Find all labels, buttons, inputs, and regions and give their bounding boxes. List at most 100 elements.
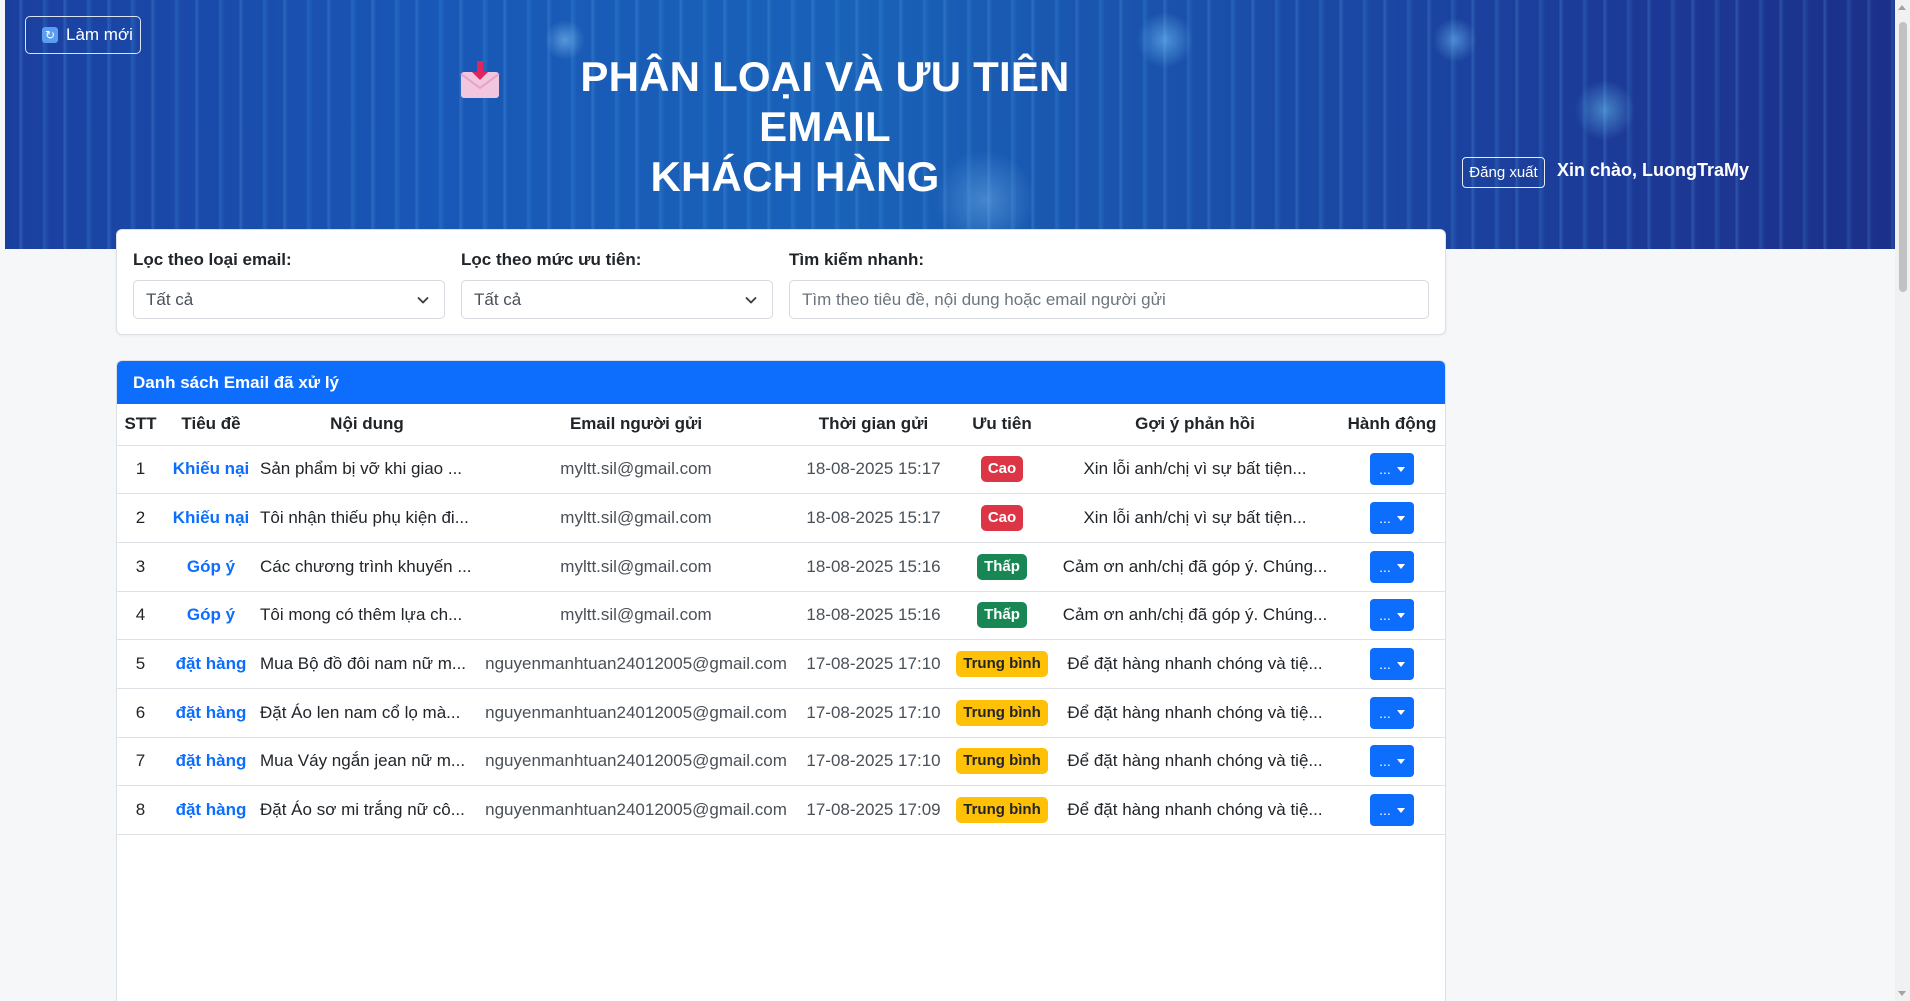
priority-badge: Trung bình xyxy=(956,651,1048,678)
email-type-link[interactable]: Khiếu nại xyxy=(164,445,258,495)
row-index: 7 xyxy=(117,737,164,787)
logout-button[interactable]: Đăng xuất xyxy=(1462,157,1545,188)
page-title: PHÂN LOẠI VÀ ƯU TIÊN EMAIL KHÁCH HÀNG xyxy=(455,52,1135,202)
priority-badge: Trung bình xyxy=(956,748,1048,775)
sent-time: 17-08-2025 17:09 xyxy=(796,785,951,835)
email-content: Sản phẩm bị vỡ khi giao ... xyxy=(258,445,476,495)
email-type-link[interactable]: Góp ý xyxy=(164,591,258,641)
email-type-link[interactable]: Góp ý xyxy=(164,542,258,592)
search-input[interactable]: Tìm theo tiêu đề, nội dung hoặc email ng… xyxy=(789,280,1429,319)
priority-badge: Trung bình xyxy=(956,797,1048,824)
action-dropdown-button[interactable]: ... xyxy=(1370,696,1414,729)
sent-time: 18-08-2025 15:17 xyxy=(796,493,951,543)
action-dropdown-button[interactable]: ... xyxy=(1370,794,1414,827)
sent-time: 17-08-2025 17:10 xyxy=(796,639,951,689)
caret-down-icon xyxy=(1396,515,1405,521)
caret-down-icon xyxy=(1396,661,1405,667)
action-cell: ... xyxy=(1337,445,1445,495)
email-content: Tôi nhận thiếu phụ kiện đi... xyxy=(258,493,476,543)
table-row[interactable]: 2 Khiếu nại Tôi nhận thiếu phụ kiện đi... m… xyxy=(117,493,1445,543)
column-header: STT xyxy=(117,404,164,446)
email-type-link[interactable]: đặt hàng xyxy=(164,639,258,689)
email-content: Các chương trình khuyến ... xyxy=(258,542,476,592)
column-header: Thời gian gửi xyxy=(796,404,951,446)
filter-panel: Lọc theo loại email: Tất cả Lọc theo mức… xyxy=(116,229,1446,335)
email-content: Mua Váy ngắn jean nữ m... xyxy=(258,737,476,787)
table-row[interactable]: 7 đặt hàng Mua Váy ngắn jean nữ m... nguyen… xyxy=(117,737,1445,787)
action-label: ... xyxy=(1379,802,1391,819)
action-label: ... xyxy=(1379,510,1391,527)
action-label: ... xyxy=(1379,461,1391,478)
sender-email: nguyenmanhtuan24012005@gmail.com xyxy=(476,688,796,738)
sender-email: myltt.sil@gmail.com xyxy=(476,445,796,495)
email-content: Đặt Áo sơ mi trắng nữ cô... xyxy=(258,785,476,835)
priority-badge: Thấp xyxy=(977,553,1027,580)
row-index: 4 xyxy=(117,591,164,641)
page-scrollbar[interactable] xyxy=(1895,0,1910,1001)
email-type-link[interactable]: Khiếu nại xyxy=(164,493,258,543)
sender-email: nguyenmanhtuan24012005@gmail.com xyxy=(476,639,796,689)
table-row[interactable]: 4 Góp ý Tôi mong có thêm lựa ch... myltt.si… xyxy=(117,591,1445,641)
scrollbar-thumb[interactable] xyxy=(1899,22,1907,292)
email-table-card: Danh sách Email đã xử lý STT Tiêu đề Nội d… xyxy=(116,360,1446,1001)
column-header: Ưu tiên xyxy=(951,404,1053,446)
action-dropdown-button[interactable]: ... xyxy=(1370,599,1414,632)
caret-down-icon xyxy=(1396,466,1405,472)
priority-cell: Cao xyxy=(951,445,1053,495)
action-dropdown-button[interactable]: ... xyxy=(1370,453,1414,486)
column-header: Hành động xyxy=(1337,404,1445,446)
priority-cell: Trung bình xyxy=(951,785,1053,835)
action-cell: ... xyxy=(1337,785,1445,835)
email-type-link[interactable]: đặt hàng xyxy=(164,688,258,738)
column-header: Nội dung xyxy=(258,404,476,446)
action-cell: ... xyxy=(1337,493,1445,543)
email-type-link[interactable]: đặt hàng xyxy=(164,785,258,835)
sent-time: 17-08-2025 17:10 xyxy=(796,688,951,738)
table-row[interactable]: 5 đặt hàng Mua Bộ đồ đôi nam nữ m... nguyen… xyxy=(117,639,1445,689)
row-index: 2 xyxy=(117,493,164,543)
type-filter-select[interactable]: Tất cả xyxy=(133,280,445,319)
priority-cell: Thấp xyxy=(951,591,1053,641)
priority-filter-value: Tất cả xyxy=(474,289,522,309)
suggested-reply: Để đặt hàng nhanh chóng và tiệ... xyxy=(1053,688,1337,738)
action-dropdown-button[interactable]: ... xyxy=(1370,648,1414,681)
action-dropdown-button[interactable]: ... xyxy=(1370,745,1414,778)
chevron-down-icon xyxy=(417,296,429,304)
page-header: ↻ Làm mới PHÂN LOẠI VÀ ƯU TIÊN EMAIL KHÁ… xyxy=(5,0,1895,249)
row-index: 8 xyxy=(117,785,164,835)
action-label: ... xyxy=(1379,607,1391,624)
sender-email: myltt.sil@gmail.com xyxy=(476,493,796,543)
email-content: Mua Bộ đồ đôi nam nữ m... xyxy=(258,639,476,689)
refresh-button[interactable]: ↻ Làm mới xyxy=(25,16,141,54)
caret-down-icon xyxy=(1396,710,1405,716)
table-row[interactable]: 3 Góp ý Các chương trình khuyến ... myltt.s… xyxy=(117,542,1445,592)
action-label: ... xyxy=(1379,704,1391,721)
user-greeting: Xin chào, LuongTraMy xyxy=(1556,160,1749,180)
email-type-link[interactable]: đặt hàng xyxy=(164,737,258,787)
table-row[interactable]: 8 đặt hàng Đặt Áo sơ mi trắng nữ cô... nguy… xyxy=(117,785,1445,835)
action-dropdown-button[interactable]: ... xyxy=(1370,502,1414,535)
action-dropdown-button[interactable]: ... xyxy=(1370,550,1414,583)
email-content: Tôi mong có thêm lựa ch... xyxy=(258,591,476,641)
refresh-icon: ↻ xyxy=(42,27,58,43)
sender-email: nguyenmanhtuan24012005@gmail.com xyxy=(476,737,796,787)
action-label: ... xyxy=(1379,753,1391,770)
action-label: ... xyxy=(1379,558,1391,575)
action-label: ... xyxy=(1379,656,1391,673)
table-row[interactable]: 1 Khiếu nại Sản phẩm bị vỡ khi giao ... myl… xyxy=(117,445,1445,495)
sent-time: 18-08-2025 15:16 xyxy=(796,591,951,641)
action-cell: ... xyxy=(1337,639,1445,689)
scroll-down-arrow-icon[interactable] xyxy=(1898,991,1906,996)
action-cell: ... xyxy=(1337,542,1445,592)
table-row[interactable]: 6 đặt hàng Đặt Áo len nam cổ lọ mà... nguye… xyxy=(117,688,1445,738)
scroll-up-arrow-icon[interactable] xyxy=(1898,5,1906,10)
chevron-down-icon xyxy=(745,296,757,304)
action-cell: ... xyxy=(1337,737,1445,787)
priority-badge: Cao xyxy=(980,456,1024,483)
sent-time: 17-08-2025 17:10 xyxy=(796,737,951,787)
suggested-reply: Cảm ơn anh/chị đã góp ý. Chúng... xyxy=(1053,542,1337,592)
priority-filter-select[interactable]: Tất cả xyxy=(461,280,773,319)
row-index: 6 xyxy=(117,688,164,738)
suggested-reply: Xin lỗi anh/chị vì sự bất tiện... xyxy=(1053,493,1337,543)
page-title-line1: PHÂN LOẠI VÀ ƯU TIÊN EMAIL xyxy=(580,53,1070,150)
